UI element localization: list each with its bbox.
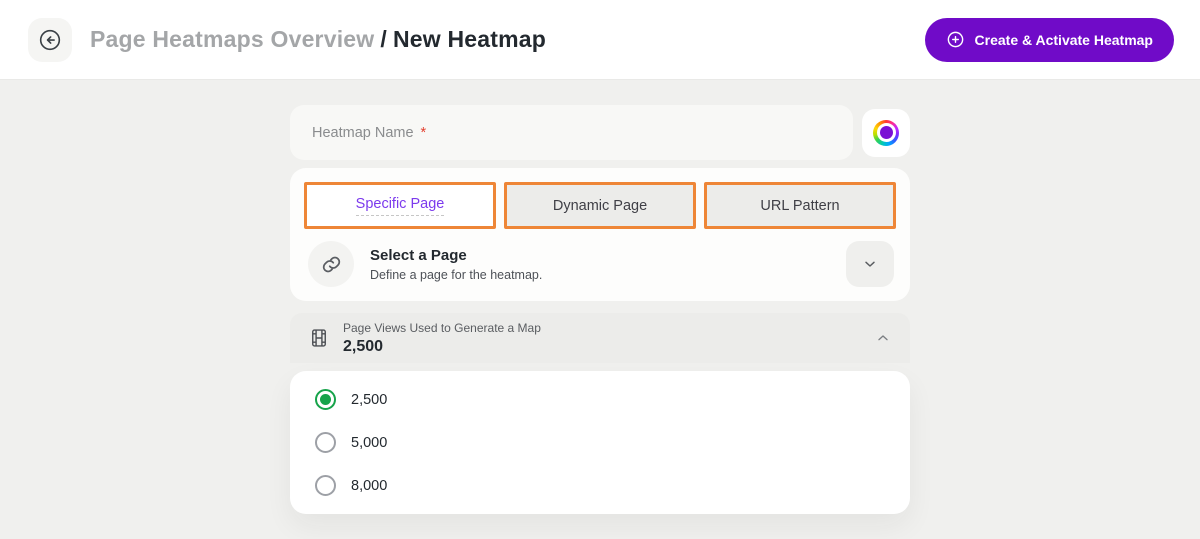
chevron-up-icon [875,330,891,346]
color-wheel-icon [873,120,899,146]
radio-unselected-icon[interactable] [315,432,336,453]
page-views-texts: Page Views Used to Generate a Map 2,500 [343,321,541,356]
link-icon [321,254,342,275]
select-page-row[interactable]: Select a Page Define a page for the heat… [304,229,896,293]
page-views-accordion-header[interactable]: Page Views Used to Generate a Map 2,500 [290,313,910,363]
plus-circle-icon [946,30,965,49]
heatmap-color-picker-button[interactable] [862,109,910,157]
option-label: 2,500 [351,392,387,408]
option-2500[interactable]: 2,500 [290,378,910,421]
breadcrumb-separator: / [380,26,387,52]
top-bar: Page Heatmaps Overview/New Heatmap Creat… [0,0,1200,80]
select-page-dropdown-button[interactable] [846,241,894,287]
heatmap-name-wrap: Heatmap Name* [290,105,853,160]
breadcrumb: Page Heatmaps Overview/New Heatmap [90,26,546,53]
create-activate-heatmap-button[interactable]: Create & Activate Heatmap [925,18,1174,62]
create-button-label: Create & Activate Heatmap [975,32,1153,48]
tab-dynamic-page[interactable]: Dynamic Page [504,182,696,229]
option-label: 5,000 [351,435,387,451]
new-heatmap-form: Heatmap Name* Specific Page Dynamic Page… [290,105,910,514]
link-icon-badge [308,241,354,287]
radio-selected-icon[interactable] [315,389,336,410]
arrow-left-circle-icon [37,27,63,53]
page-views-label: Page Views Used to Generate a Map [343,321,541,335]
select-page-texts: Select a Page Define a page for the heat… [370,247,542,282]
page-views-value: 2,500 [343,338,541,356]
tab-specific-page[interactable]: Specific Page [304,182,496,229]
name-row: Heatmap Name* [290,105,910,160]
heatmap-name-input[interactable] [290,105,853,160]
back-button[interactable] [28,18,72,62]
breadcrumb-current: New Heatmap [393,26,546,52]
film-icon [309,328,329,348]
select-page-title: Select a Page [370,247,542,264]
page-views-options-card: 2,500 5,000 8,000 [290,371,910,514]
breadcrumb-parent[interactable]: Page Heatmaps Overview [90,26,374,52]
option-8000[interactable]: 8,000 [290,464,910,507]
select-page-subtitle: Define a page for the heatmap. [370,268,542,282]
page-target-panel: Specific Page Dynamic Page URL Pattern S… [290,168,910,301]
option-5000[interactable]: 5,000 [290,421,910,464]
option-label: 8,000 [351,478,387,494]
chevron-down-icon [862,256,878,272]
radio-unselected-icon[interactable] [315,475,336,496]
tab-url-pattern[interactable]: URL Pattern [704,182,896,229]
page-type-tabs: Specific Page Dynamic Page URL Pattern [304,182,896,229]
